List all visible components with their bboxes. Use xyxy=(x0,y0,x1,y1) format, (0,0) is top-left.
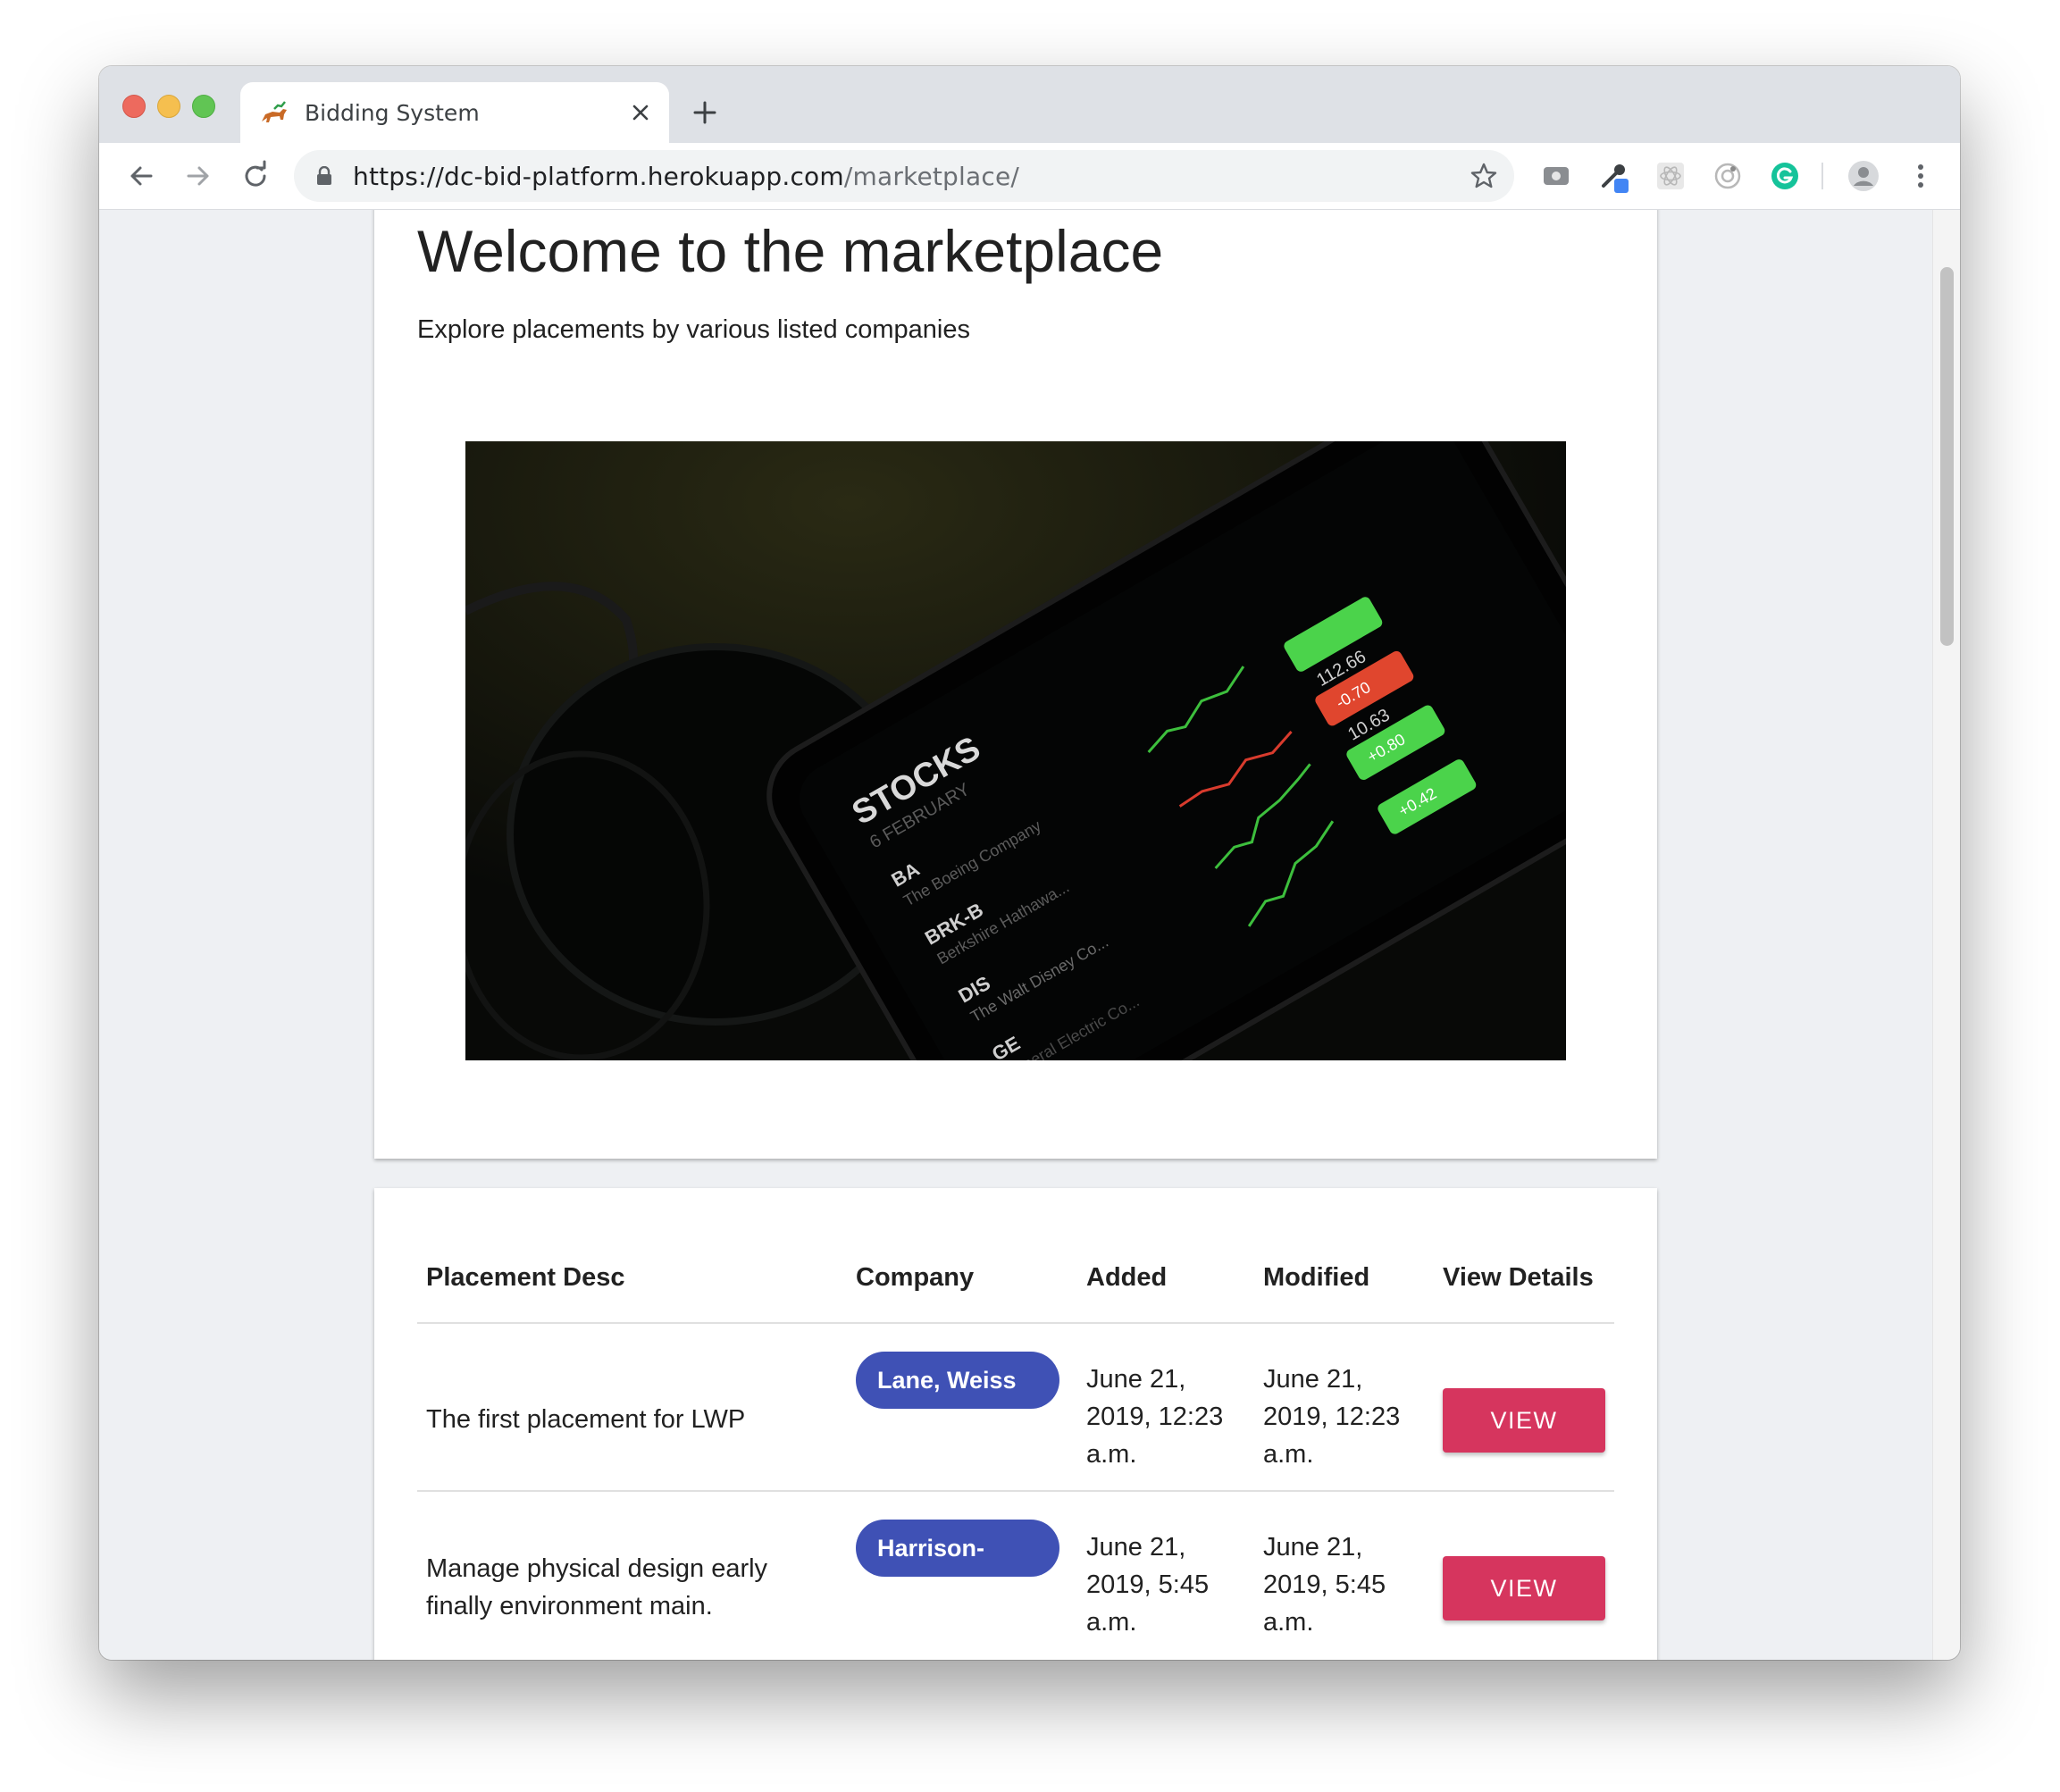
placements-table-card: Placement Desc Company Added Modified Vi… xyxy=(374,1188,1657,1660)
modified-date: June 21, 2019, 5:45 a.m. xyxy=(1263,1533,1386,1637)
welcome-card: Welcome to the marketplace Explore place… xyxy=(374,210,1657,1159)
address-bar[interactable]: https://dc-bid-platform.herokuapp.com/ma… xyxy=(294,150,1514,202)
placement-desc: The first placement for LWP xyxy=(426,1405,746,1434)
new-tab-icon[interactable] xyxy=(689,96,721,129)
company-chip[interactable]: Lane, Weiss xyxy=(856,1352,1059,1409)
grammarly-icon[interactable] xyxy=(1768,159,1802,193)
toolbar-separator xyxy=(1821,163,1823,189)
view-button[interactable]: VIEW xyxy=(1443,1388,1605,1453)
maximize-window-button[interactable] xyxy=(192,95,215,118)
extension-screen-icon[interactable] xyxy=(1539,159,1573,193)
vertical-scrollbar[interactable] xyxy=(1932,210,1960,1660)
reload-icon[interactable] xyxy=(239,159,272,193)
menu-icon[interactable] xyxy=(1904,159,1938,193)
browser-toolbar: https://dc-bid-platform.herokuapp.com/ma… xyxy=(99,143,1960,210)
extension-eyedropper-icon[interactable] xyxy=(1596,159,1630,193)
lock-icon xyxy=(317,166,331,185)
row-divider xyxy=(417,1490,1614,1492)
url-text: https://dc-bid-platform.herokuapp.com/ma… xyxy=(353,162,1020,191)
column-header-view: View Details xyxy=(1443,1263,1594,1292)
extension-react-icon[interactable] xyxy=(1654,159,1687,193)
browser-tab[interactable]: Bidding System xyxy=(240,82,669,143)
extension-target-icon[interactable] xyxy=(1711,159,1745,193)
placement-desc: Manage physical design early finally env… xyxy=(426,1554,768,1620)
forward-icon[interactable] xyxy=(181,159,215,193)
header-divider xyxy=(417,1322,1614,1324)
minimize-window-button[interactable] xyxy=(157,95,180,118)
view-button[interactable]: VIEW xyxy=(1443,1556,1605,1620)
bookmark-star-icon[interactable] xyxy=(1470,162,1498,190)
column-header-modified: Modified xyxy=(1263,1263,1370,1292)
page-subtitle: Explore placements by various listed com… xyxy=(417,315,970,344)
modified-date: June 21, 2019, 12:23 a.m. xyxy=(1263,1365,1401,1469)
column-header-company: Company xyxy=(856,1263,975,1292)
page-title: Welcome to the marketplace xyxy=(417,218,1164,284)
profile-icon[interactable] xyxy=(1846,159,1880,193)
close-tab-icon[interactable] xyxy=(626,98,655,127)
browser-window: Bidding System https://dc-bid-platform.h… xyxy=(99,66,1960,1660)
tab-strip: Bidding System xyxy=(99,66,1960,143)
added-date: June 21, 2019, 12:23 a.m. xyxy=(1086,1365,1224,1469)
stock-phone-image: STOCKS 6 FEBRUARY BA The Boeing Company … xyxy=(465,441,1566,1060)
close-window-button[interactable] xyxy=(122,95,146,118)
column-header-desc: Placement Desc xyxy=(426,1263,625,1292)
tab-title: Bidding System xyxy=(305,100,480,126)
scrollbar-thumb[interactable] xyxy=(1940,267,1954,646)
added-date: June 21, 2019, 5:45 a.m. xyxy=(1086,1533,1210,1637)
page-content: Welcome to the marketplace Explore place… xyxy=(99,210,1933,1660)
back-icon[interactable] xyxy=(124,159,158,193)
bull-favicon-icon xyxy=(262,101,287,122)
column-header-added: Added xyxy=(1086,1263,1168,1292)
company-chip[interactable]: Harrison- xyxy=(856,1520,1059,1577)
